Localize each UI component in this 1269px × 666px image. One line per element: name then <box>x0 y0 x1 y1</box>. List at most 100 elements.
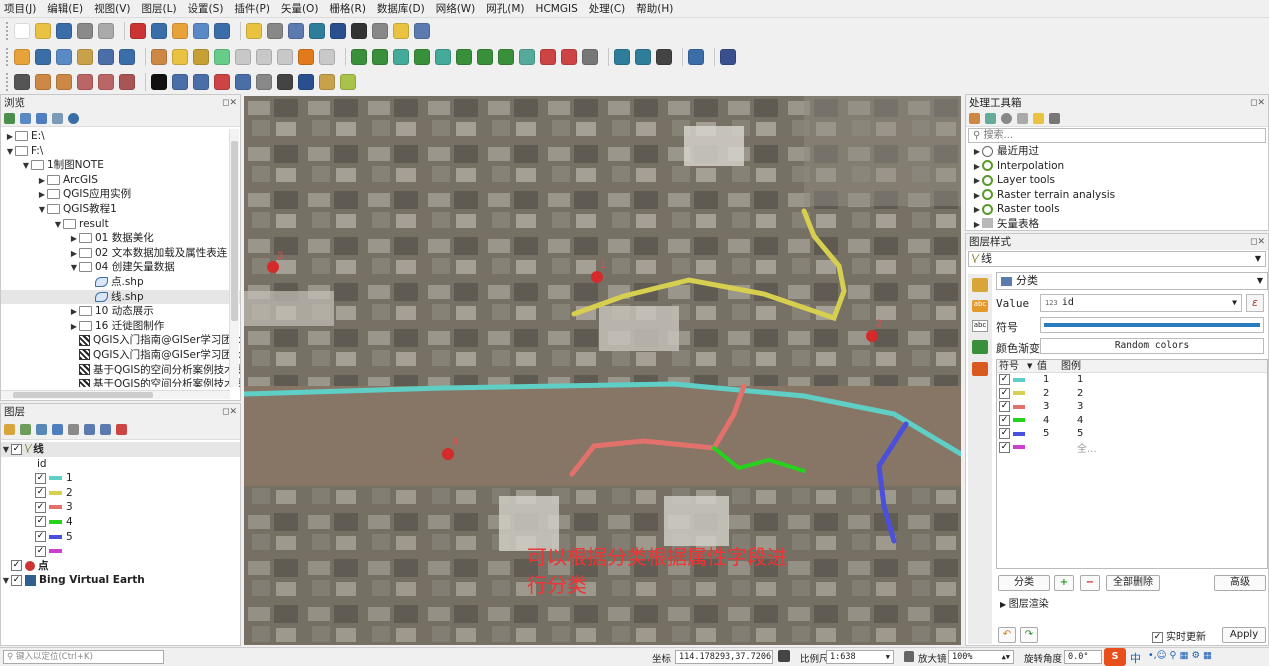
toolbox-item[interactable]: ▶ Layer tools <box>966 173 1268 188</box>
toolbar-grip[interactable] <box>6 21 10 40</box>
toolbar-tool-icon[interactable] <box>14 48 30 65</box>
toolbar-tool-icon[interactable] <box>582 48 598 65</box>
apply-button[interactable]: Apply <box>1222 627 1266 643</box>
toolbar-tool-icon[interactable] <box>77 48 93 65</box>
toolbar-tool-icon[interactable] <box>119 48 135 65</box>
scale-field[interactable]: 1:638 ▼ <box>826 650 894 664</box>
toolbar-tool-icon[interactable] <box>614 48 630 65</box>
toolbar-tool-icon[interactable] <box>193 22 209 39</box>
info-icon[interactable] <box>68 113 79 124</box>
toolbar-tool-icon[interactable] <box>330 22 346 39</box>
toolbar-tool-icon[interactable] <box>656 48 672 65</box>
menu-item[interactable]: 图层(L) <box>142 1 177 16</box>
toolbar-tool-icon[interactable] <box>119 73 135 90</box>
history-tab-icon[interactable] <box>972 362 988 376</box>
toolbar-tool-icon[interactable] <box>35 48 51 65</box>
class-checkbox[interactable]: ✓ <box>35 501 46 513</box>
toolbar-tool-icon[interactable] <box>246 22 262 39</box>
toolbar-tool-icon[interactable] <box>256 73 272 90</box>
color-ramp-select[interactable]: Random colors <box>1040 338 1264 354</box>
toolbar-tool-icon[interactable] <box>393 22 409 39</box>
browser-item[interactable]: ▶ ArcGIS <box>1 173 240 188</box>
toolbar-tool-icon[interactable] <box>319 73 335 90</box>
menu-item[interactable]: 数据库(D) <box>377 1 425 16</box>
toolbar-tool-icon[interactable] <box>193 48 209 65</box>
layer-line[interactable]: ▼ ✓ \⁄ 线 <box>1 442 240 457</box>
expand-arrow-icon[interactable]: ▼ <box>21 159 31 174</box>
category-symbol[interactable] <box>1013 445 1025 450</box>
class-checkbox[interactable]: ✓ <box>35 487 46 499</box>
menu-item[interactable]: 项目(J) <box>4 1 36 16</box>
category-row[interactable]: ✓ 1 1 <box>997 373 1267 387</box>
toolbar-tool-icon[interactable] <box>214 48 230 65</box>
menu-item[interactable]: 插件(P) <box>234 1 270 16</box>
layer-class-item[interactable]: ✓ 4 <box>1 515 240 530</box>
remove-class-button[interactable]: − <box>1080 575 1100 591</box>
menu-item[interactable]: 编辑(E) <box>47 1 83 16</box>
category-checkbox[interactable]: ✓ <box>999 414 1010 426</box>
toolbar-tool-icon[interactable] <box>151 48 167 65</box>
category-row[interactable]: ✓ 2 2 <box>997 387 1267 401</box>
remove-layer-icon[interactable] <box>116 424 127 435</box>
renderer-select[interactable]: 分类 ▼ <box>996 272 1268 290</box>
category-row[interactable]: ✓ 全... <box>997 441 1267 455</box>
layer-class-item[interactable]: ✓ 2 <box>1 486 240 501</box>
toolbar-tool-icon[interactable] <box>14 73 30 90</box>
toolbar-tool-icon[interactable] <box>172 22 188 39</box>
browser-item[interactable]: ▼ result <box>1 217 240 232</box>
toolbar-tool-icon[interactable] <box>277 73 293 90</box>
menu-item[interactable]: 处理(C) <box>589 1 626 16</box>
add-class-button[interactable]: + <box>1054 575 1074 591</box>
toolbar-tool-icon[interactable] <box>35 73 51 90</box>
toolbar-grip[interactable] <box>6 47 10 66</box>
value-field-select[interactable]: 123 id ▼ <box>1040 294 1242 312</box>
toolbox-item[interactable]: ▶ 矢量表格 <box>966 217 1268 228</box>
browser-item[interactable]: ▼ F:\ <box>1 144 240 159</box>
advanced-button[interactable]: 高级 <box>1214 575 1266 591</box>
expand-arrow-icon[interactable]: ▶ <box>37 174 47 189</box>
toolbar-tool-icon[interactable] <box>277 48 293 65</box>
toolbar-tool-icon[interactable] <box>561 48 577 65</box>
menu-item[interactable]: HCMGIS <box>536 3 578 15</box>
toolbar-tool-icon[interactable] <box>298 48 314 65</box>
menu-item[interactable]: 视图(V) <box>94 1 130 16</box>
menu-item[interactable]: 帮助(H) <box>636 1 673 16</box>
toolbar-tool-icon[interactable] <box>351 48 367 65</box>
category-row[interactable]: ✓ 3 3 <box>997 400 1267 414</box>
ime-mode[interactable]: 中 <box>1130 650 1141 666</box>
layer-rendering-row[interactable]: ▶ 图层渲染 <box>996 597 1268 613</box>
results-icon[interactable] <box>1017 113 1028 124</box>
add-icon[interactable] <box>4 113 15 124</box>
ime-logo-icon[interactable]: S <box>1104 648 1126 666</box>
expression-button[interactable]: ε <box>1246 294 1264 312</box>
visibility-icon[interactable] <box>36 424 47 435</box>
toolbar-tool-icon[interactable] <box>98 48 114 65</box>
expand-arrow-icon[interactable]: ▼ <box>53 218 63 233</box>
toolbar-tool-icon[interactable] <box>498 48 514 65</box>
toolbar-tool-icon[interactable] <box>688 48 704 65</box>
toolbar-tool-icon[interactable] <box>372 22 388 39</box>
category-symbol[interactable] <box>1013 418 1025 423</box>
class-checkbox[interactable]: ✓ <box>35 531 46 543</box>
locator-input[interactable]: ⚲ 键入以定位(Ctrl+K) <box>3 650 164 664</box>
close-icon[interactable]: ◻✕ <box>222 404 237 420</box>
expand-arrow-icon[interactable]: ▼ <box>5 145 15 160</box>
toolbar-tool-icon[interactable] <box>635 48 651 65</box>
category-row[interactable]: ✓ 5 5 <box>997 427 1267 441</box>
class-checkbox[interactable]: ✓ <box>35 545 46 557</box>
toolbar-tool-icon[interactable] <box>56 73 72 90</box>
toolbar-tool-icon[interactable] <box>98 73 114 90</box>
toolbar-tool-icon[interactable] <box>98 22 114 39</box>
filter-icon[interactable] <box>52 424 63 435</box>
toolbox-item[interactable]: ▶ 最近用过 <box>966 144 1268 159</box>
menu-item[interactable]: 网孔(M) <box>486 1 524 16</box>
browser-hscrollbar[interactable] <box>1 390 230 399</box>
layer-class-item[interactable]: ✓ 5 <box>1 530 240 545</box>
category-checkbox[interactable]: ✓ <box>999 428 1010 440</box>
col-value[interactable]: 值 <box>1037 360 1061 372</box>
browser-scrollbar[interactable] <box>229 129 239 387</box>
toolbar-tool-icon[interactable] <box>288 22 304 39</box>
toolbar-tool-icon[interactable] <box>77 73 93 90</box>
expand-arrow-icon[interactable]: ▼ <box>69 261 79 276</box>
toolbar-tool-icon[interactable] <box>235 73 251 90</box>
